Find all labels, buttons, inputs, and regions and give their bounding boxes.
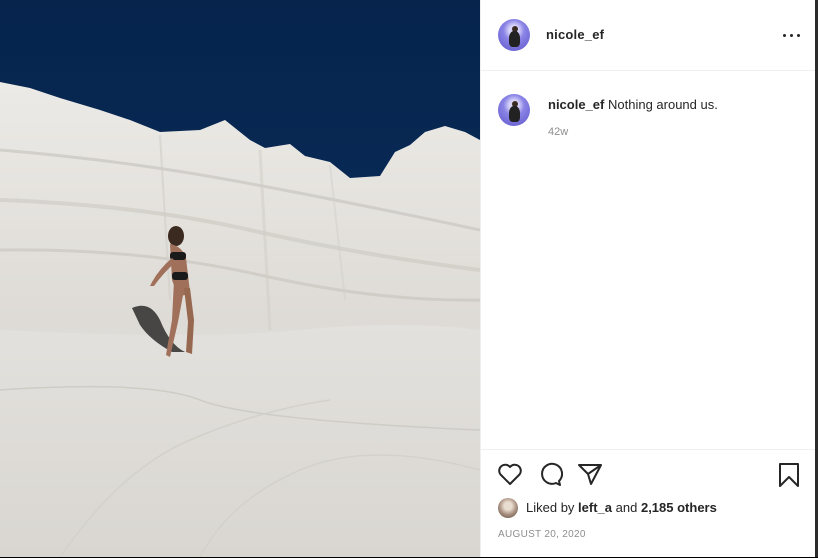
author-avatar[interactable] [498,19,530,51]
post-photo[interactable] [0,0,480,557]
paper-plane-icon[interactable] [577,462,603,486]
caption-text: nicole_ef Nothing around us. [548,96,808,114]
liker-avatar[interactable] [498,498,518,518]
liked-by-prefix: Liked by [526,500,575,515]
post-details-panel: nicole_ef nicole_ef Nothing around us. 4… [480,0,816,557]
liked-by-and: and [615,500,638,515]
heart-icon[interactable] [497,462,523,486]
more-options-icon[interactable] [782,26,802,44]
action-bar: Liked by left_a and 2,185 others AUGUST … [481,449,816,558]
post-header: nicole_ef [481,0,816,71]
likes-text: Liked by left_a and 2,185 others [526,500,717,515]
author-username[interactable]: nicole_ef [546,27,604,42]
caption-body: Nothing around us. [607,97,718,112]
comment-icon[interactable] [537,462,563,486]
caption-username[interactable]: nicole_ef [548,97,604,112]
likes-others[interactable]: 2,185 others [641,500,717,515]
caption-age[interactable]: 42w [548,126,568,138]
post-date[interactable]: AUGUST 20, 2020 [498,529,586,540]
caption-avatar[interactable] [498,94,530,126]
photo-scene [0,0,480,557]
bookmark-icon[interactable] [777,462,801,488]
liked-by-user[interactable]: left_a [578,500,612,515]
